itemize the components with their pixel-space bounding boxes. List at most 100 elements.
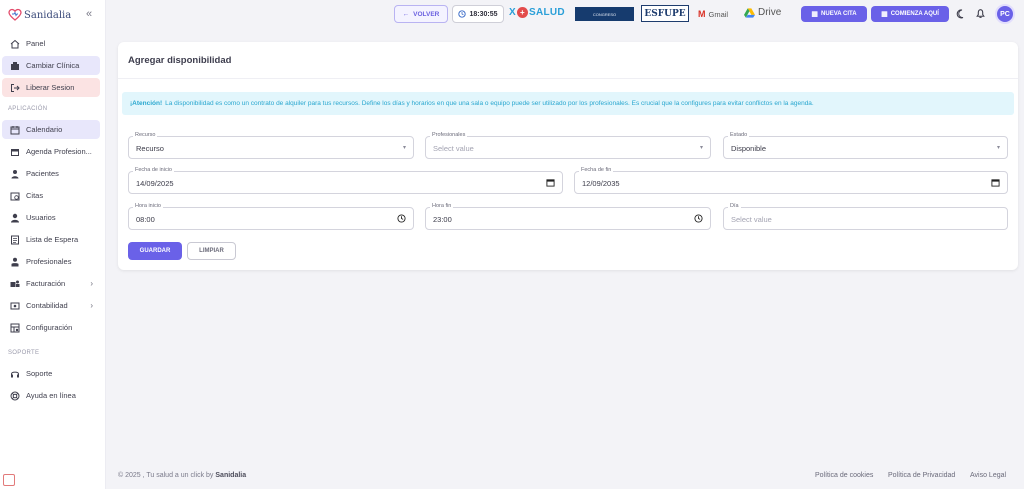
chevron-right-icon: › — [90, 301, 93, 310]
sidebar-item-label: Agenda Profesion... — [26, 147, 92, 156]
hora-fin-input[interactable]: Hora fin 23:00 — [425, 203, 711, 230]
field-placeholder: Select value — [731, 215, 772, 224]
info-alert: ¡Atención! La disponibilidad es como un … — [122, 92, 1014, 115]
nueva-cita-button[interactable]: ▦ NUEVA CITA — [801, 6, 867, 22]
comienza-aqui-label: COMIENZA AQUÍ — [890, 11, 939, 17]
field-label: Recurso — [133, 132, 158, 138]
clock-picker-icon[interactable] — [397, 214, 406, 223]
fecha-fin-input[interactable]: Fecha de fin 12/09/2035 — [574, 167, 1008, 194]
hora-inicio-input[interactable]: Hora inicio 08:00 — [128, 203, 414, 230]
lifebuoy-icon — [10, 391, 20, 400]
chevron-right-icon: › — [90, 279, 93, 288]
gmail-label: Gmail — [708, 9, 729, 19]
google-drive-icon — [744, 7, 755, 18]
drive-link[interactable]: Drive — [744, 7, 781, 18]
settings-icon — [10, 323, 20, 332]
field-value: Disponible — [731, 144, 767, 153]
clock-picker-icon[interactable] — [694, 214, 703, 223]
sidebar-item-calendario[interactable]: Calendario — [2, 120, 100, 139]
clock-time: 18:30:55 — [469, 10, 498, 18]
xsalud-logo-text: SALUD — [528, 7, 565, 18]
user-avatar[interactable]: PC — [995, 4, 1015, 24]
field-value: 08:00 — [136, 215, 155, 224]
collapse-sidebar-icon[interactable]: « — [86, 8, 92, 20]
sidebar-item-cambiar-clinica[interactable]: Cambiar Clínica — [2, 56, 100, 75]
alert-text: La disponibilidad es como un contrato de… — [165, 100, 814, 107]
back-button-label: VOLVER — [413, 10, 440, 18]
sidebar-item-configuracion[interactable]: Configuración — [2, 318, 100, 337]
calendar-plus-icon: ▦ — [811, 11, 819, 18]
sidebar-item-label: Facturación — [26, 279, 66, 288]
estado-select[interactable]: Estado Disponible ▾ — [723, 132, 1008, 159]
sidebar-item-label: Ayuda en línea — [26, 391, 76, 400]
heart-logo-icon — [8, 8, 22, 21]
copyright-brand-link[interactable]: Sanidalia — [215, 472, 246, 479]
billing-icon — [10, 280, 20, 287]
chevron-down-icon: ▾ — [699, 145, 703, 151]
clear-button[interactable]: LIMPIAR — [187, 242, 236, 260]
back-button[interactable]: ← VOLVER — [394, 5, 448, 23]
sidebar-item-label: Soporte — [26, 369, 53, 378]
sidebar-item-label: Profesionales — [26, 257, 72, 266]
copyright: © 2025 , Tu salud a un click by Sanidali… — [118, 472, 246, 479]
sidebar-item-profesionales[interactable]: Profesionales — [2, 252, 100, 271]
sidebar-item-liberar-sesion[interactable]: Liberar Sesion — [2, 78, 100, 97]
section-label-soporte: SOPORTE — [8, 350, 40, 356]
field-label: Hora fin — [430, 203, 454, 209]
bell-icon[interactable] — [975, 8, 986, 19]
grid-icon: ▦ — [881, 11, 888, 18]
sidebar-item-label: Lista de Espera — [26, 235, 79, 244]
sidebar-item-label: Citas — [26, 191, 44, 200]
drive-label: Drive — [758, 7, 782, 18]
field-label: Profesionales — [430, 132, 468, 138]
sidebar-item-soporte[interactable]: Soporte — [2, 364, 100, 383]
gmail-link[interactable]: M Gmail — [698, 9, 728, 19]
field-value: 14/09/2025 — [136, 179, 174, 188]
agenda-icon — [11, 148, 19, 156]
calendar-picker-icon[interactable] — [546, 178, 555, 187]
field-label: Día — [728, 203, 741, 209]
field-label: Hora inicio — [133, 203, 163, 209]
copyright-text: © 2025 , Tu salud a un click by — [118, 472, 214, 479]
field-value: 23:00 — [433, 215, 452, 224]
comienza-aqui-button[interactable]: ▦ COMIENZA AQUÍ — [871, 6, 949, 22]
esfupe-logo[interactable]: ESFUPE — [641, 5, 689, 22]
topbar: ← VOLVER 18:30:55 X + SALUD CONGRESO ESFUP… — [106, 0, 1024, 30]
sidebar-item-usuarios[interactable]: Usuarios — [2, 208, 100, 227]
xsalud-logo-x: X — [509, 7, 516, 18]
sidebar-item-pacientes[interactable]: Pacientes — [2, 164, 100, 183]
field-label: Fecha de fin — [579, 167, 614, 173]
field-label: Fecha de inicio — [133, 167, 174, 173]
xsalud-logo[interactable]: X + SALUD — [509, 7, 565, 18]
sidebar-item-citas[interactable]: Citas — [2, 186, 100, 205]
footer-link-aviso-legal[interactable]: Aviso Legal — [970, 472, 1006, 479]
sidebar-item-label: Panel — [26, 39, 46, 48]
sidebar-item-ayuda[interactable]: Ayuda en línea — [2, 386, 100, 405]
profesionales-select[interactable]: Profesionales Select value ▾ — [425, 132, 711, 159]
sidebar-item-agenda-profesional[interactable]: Agenda Profesion... — [2, 142, 100, 161]
footer-link-privacidad[interactable]: Política de Privacidad — [888, 472, 955, 479]
dia-select[interactable]: Día Select value — [723, 203, 1008, 230]
chevron-down-icon: ▾ — [996, 145, 1000, 151]
congreso-logo[interactable]: CONGRESO — [575, 7, 634, 21]
sanidalia-mini-icon[interactable] — [3, 474, 15, 486]
gmail-icon: M — [698, 9, 706, 19]
sidebar-item-contabilidad[interactable]: Contabilidad › — [2, 296, 100, 315]
sidebar-item-label: Liberar Sesion — [26, 83, 75, 92]
recurso-select[interactable]: Recurso Recurso ▾ — [128, 132, 414, 159]
fecha-inicio-input[interactable]: Fecha de inicio 14/09/2025 — [128, 167, 563, 194]
calendar-picker-icon[interactable] — [991, 178, 1000, 187]
list-icon — [11, 235, 19, 244]
sidebar-item-lista-espera[interactable]: Lista de Espera — [2, 230, 100, 249]
sidebar-item-panel[interactable]: Panel — [2, 34, 100, 53]
moon-icon[interactable] — [956, 9, 966, 19]
patients-icon — [11, 169, 19, 178]
brand-name: Sanidalia — [24, 9, 72, 21]
footer-link-cookies[interactable]: Política de cookies — [815, 472, 873, 479]
brand-logo[interactable]: Sanidalia — [8, 7, 71, 23]
sidebar-item-facturacion[interactable]: Facturación › — [2, 274, 100, 293]
sidebar-nav: Panel Cambiar Clínica Liberar Sesion APL… — [2, 34, 100, 408]
save-button[interactable]: GUARDAR — [128, 242, 182, 260]
professionals-icon — [11, 257, 19, 266]
sidebar-item-label: Usuarios — [26, 213, 56, 222]
